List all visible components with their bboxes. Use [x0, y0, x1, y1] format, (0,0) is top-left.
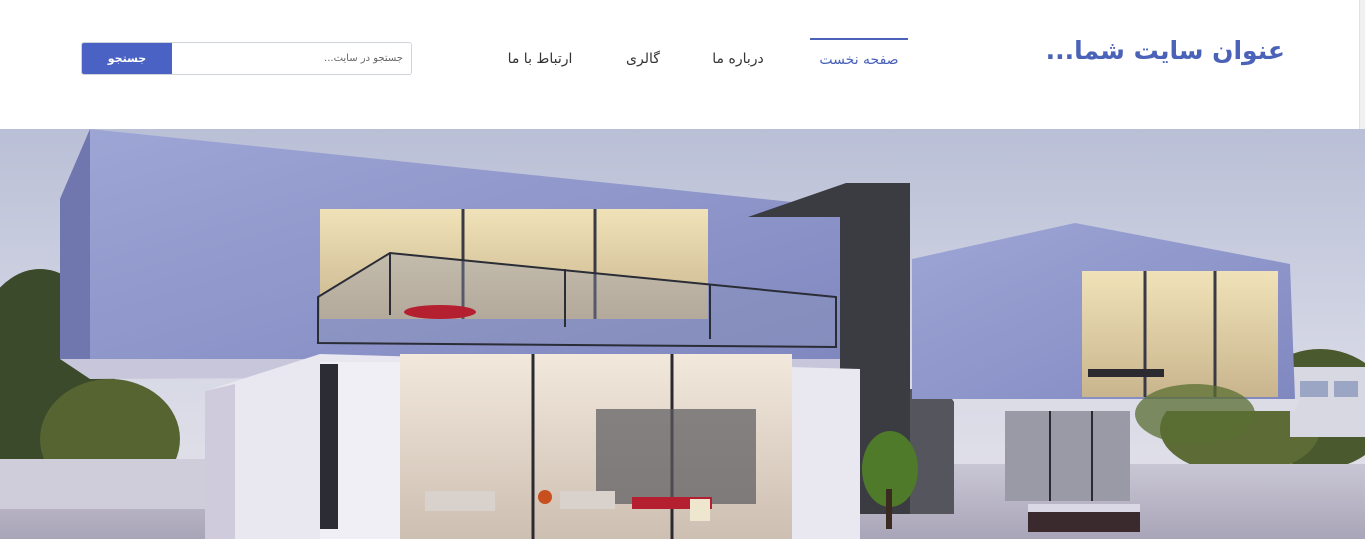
nav-item-about[interactable]: درباره ما [706, 38, 770, 78]
nav-item-gallery[interactable]: گالری [618, 38, 668, 78]
nav-item-home[interactable]: صفحه نخست [810, 38, 908, 80]
modern-house-photo [0, 129, 1365, 539]
search-form: جستجو [81, 42, 412, 75]
page: عنوان سایت شما... صفحه نخست درباره ما گا… [0, 0, 1365, 539]
site-header: عنوان سایت شما... صفحه نخست درباره ما گا… [0, 0, 1365, 129]
search-button[interactable]: جستجو [82, 43, 172, 74]
nav-item-contact[interactable]: ارتباط با ما [500, 38, 580, 78]
scrollbar[interactable] [1359, 0, 1365, 129]
hero-banner [0, 129, 1365, 539]
search-input[interactable] [172, 43, 411, 74]
